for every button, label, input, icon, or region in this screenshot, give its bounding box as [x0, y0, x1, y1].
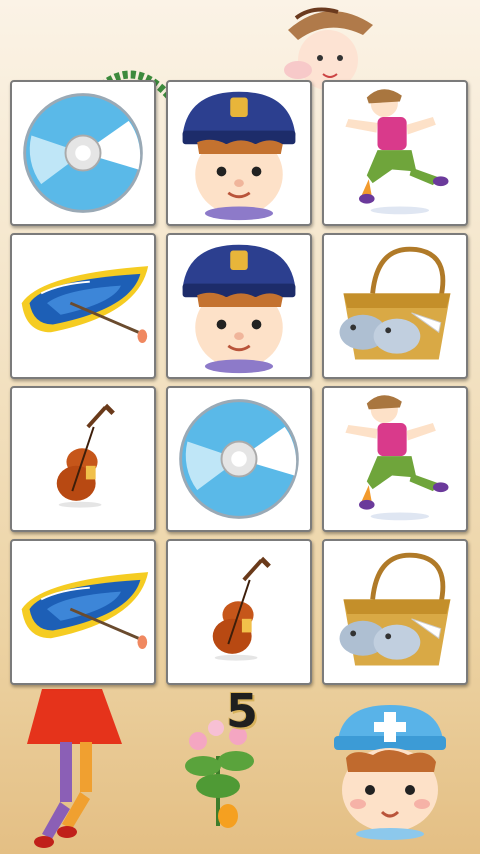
running-boy-icon: [345, 395, 449, 521]
nurse-boy-decoration: [334, 705, 446, 840]
card-fish-basket[interactable]: [322, 539, 468, 685]
card-cd-disc[interactable]: [10, 80, 156, 226]
card-police-boy[interactable]: [166, 233, 312, 379]
violin-icon: [212, 556, 271, 661]
running-boy-icon: [345, 89, 449, 215]
card-violin[interactable]: [10, 386, 156, 532]
card-running-boy[interactable]: [322, 386, 468, 532]
dancing-girl-decoration: [27, 689, 122, 848]
moves-counter: 5: [225, 684, 258, 738]
police-boy-icon: [182, 91, 296, 221]
card-cd-disc[interactable]: [166, 386, 312, 532]
card-fish-basket[interactable]: [322, 233, 468, 379]
fish-basket-icon: [339, 552, 451, 666]
raft-boat-icon: [21, 266, 149, 343]
police-boy-icon: [182, 244, 296, 374]
card-violin[interactable]: [166, 539, 312, 685]
card-police-boy[interactable]: [166, 80, 312, 226]
cd-disc-icon: [179, 399, 299, 519]
cd-disc-icon: [23, 93, 143, 213]
violin-icon: [56, 403, 115, 508]
card-raft-boat[interactable]: [10, 539, 156, 685]
card-raft-boat[interactable]: [10, 233, 156, 379]
card-grid: [10, 80, 470, 686]
raft-boat-icon: [21, 572, 149, 649]
card-running-boy[interactable]: [322, 80, 468, 226]
fish-basket-icon: [339, 246, 451, 360]
